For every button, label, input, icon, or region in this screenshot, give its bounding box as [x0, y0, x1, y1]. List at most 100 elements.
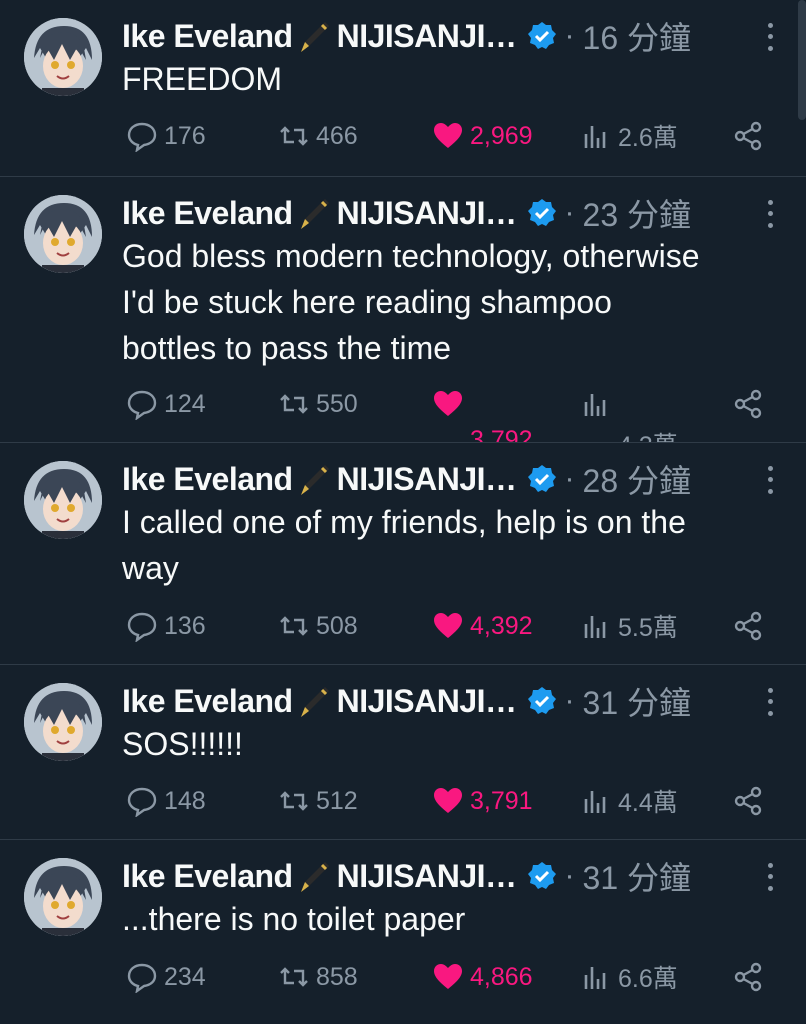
tweet-text: God bless modern technology, otherwise I… [122, 238, 700, 366]
retweet-button[interactable]: 858 [278, 957, 358, 997]
like-count: 4,392 [470, 611, 533, 640]
like-button[interactable]: 4,392 [432, 606, 533, 646]
like-count: 3,792 [470, 426, 533, 443]
views-button[interactable]: 4.4萬 [580, 781, 678, 821]
tweet[interactable]: Ike Eveland NIJISANJI… · 23 分鐘 God bless… [0, 177, 806, 443]
retweet-button[interactable]: 550 [278, 384, 358, 424]
action-bar: 176 466 2,969 2.6萬 [0, 116, 806, 156]
share-button[interactable] [732, 606, 764, 646]
timestamp[interactable]: 31 分鐘 [583, 853, 692, 899]
avatar[interactable] [24, 461, 102, 539]
tweet[interactable]: Ike Eveland NIJISANJI… · 31 分鐘 ...there … [0, 840, 806, 1024]
verified-badge-icon [527, 687, 556, 714]
share-button[interactable] [732, 957, 764, 997]
author-name[interactable]: Ike Eveland [122, 683, 293, 720]
views-button[interactable] [580, 384, 612, 424]
reply-count: 176 [164, 121, 206, 150]
author-name-suffix[interactable]: NIJISANJI… [337, 461, 517, 498]
separator-dot: · [564, 684, 575, 717]
verified-badge-icon [527, 862, 556, 889]
timestamp[interactable]: 16 分鐘 [583, 13, 692, 59]
reply-button[interactable]: 136 [126, 606, 206, 646]
retweet-button[interactable]: 512 [278, 781, 358, 821]
reply-button[interactable]: 148 [126, 781, 206, 821]
timestamp[interactable]: 23 分鐘 [583, 190, 692, 236]
timestamp[interactable]: 28 分鐘 [583, 456, 692, 502]
share-icon [734, 962, 762, 992]
retweet-button[interactable]: 508 [278, 606, 358, 646]
share-icon [734, 611, 762, 641]
action-bar: 234 858 4,866 6.6萬 [0, 957, 806, 997]
share-button[interactable] [732, 384, 764, 424]
heart-icon [434, 964, 462, 989]
retweet-count: 466 [316, 121, 358, 150]
reply-count: 234 [164, 962, 206, 991]
retweet-count: 512 [316, 786, 358, 815]
avatar[interactable] [24, 858, 102, 936]
heart-icon [434, 613, 462, 638]
retweet-count: 858 [316, 962, 358, 991]
reply-icon [127, 390, 157, 420]
retweet-count: 508 [316, 611, 358, 640]
like-count: 3,791 [470, 786, 533, 815]
author-name[interactable]: Ike Eveland [122, 461, 293, 498]
reply-button[interactable]: 124 [126, 384, 206, 424]
tweet[interactable]: Ike Eveland NIJISANJI… · 16 分鐘 FREEDOM 1… [0, 0, 806, 177]
author-name[interactable]: Ike Eveland [122, 858, 293, 895]
heart-icon [434, 391, 462, 416]
separator-dot: · [564, 462, 575, 495]
tweet[interactable]: Ike Eveland NIJISANJI… · 31 分鐘 SOS!!!!!!… [0, 665, 806, 840]
reply-count: 136 [164, 611, 206, 640]
share-button[interactable] [732, 781, 764, 821]
more-icon[interactable] [764, 197, 776, 231]
reply-icon [127, 612, 157, 642]
timestamp[interactable]: 31 分鐘 [583, 678, 692, 724]
retweet-icon [280, 967, 308, 987]
share-icon [734, 121, 762, 151]
avatar[interactable] [24, 18, 102, 96]
more-icon[interactable] [764, 860, 776, 894]
author-name-suffix[interactable]: NIJISANJI… [337, 18, 517, 55]
like-count: 4,866 [470, 962, 533, 991]
avatar[interactable] [24, 195, 102, 273]
tweet-header: Ike Eveland NIJISANJI… · 31 分鐘 [122, 854, 766, 898]
tweet[interactable]: Ike Eveland NIJISANJI… · 28 分鐘 I called … [0, 443, 806, 665]
share-button[interactable] [732, 116, 764, 156]
reply-icon [127, 963, 157, 993]
reply-button[interactable]: 176 [126, 116, 206, 156]
separator-dot: · [564, 859, 575, 892]
heart-icon [434, 788, 462, 813]
tweet-text: SOS!!!!!! [122, 726, 243, 762]
views-icon [584, 967, 606, 989]
separator-dot: · [564, 196, 575, 229]
like-button[interactable]: 3,791 [432, 781, 533, 821]
views-button[interactable]: 2.6萬 [580, 116, 678, 156]
tweet-header: Ike Eveland NIJISANJI… · 28 分鐘 [122, 457, 766, 501]
more-icon[interactable] [764, 685, 776, 719]
more-icon[interactable] [764, 20, 776, 54]
author-name[interactable]: Ike Eveland [122, 195, 293, 232]
like-count: 2,969 [470, 121, 533, 150]
avatar[interactable] [24, 683, 102, 761]
retweet-button[interactable]: 466 [278, 116, 358, 156]
tweet-text: FREEDOM [122, 61, 282, 97]
verified-badge-icon [527, 22, 556, 49]
verified-badge-icon [527, 465, 556, 492]
author-name-suffix[interactable]: NIJISANJI… [337, 195, 517, 232]
separator-dot: · [564, 19, 575, 52]
fountain-pen-icon [300, 465, 329, 495]
views-button[interactable]: 6.6萬 [580, 957, 678, 997]
views-count: 6.6萬 [618, 965, 678, 993]
verified-badge-icon [527, 199, 556, 226]
author-name-suffix[interactable]: NIJISANJI… [337, 683, 517, 720]
author-name[interactable]: Ike Eveland [122, 18, 293, 55]
like-button[interactable]: 2,969 [432, 116, 533, 156]
like-button[interactable]: 4,866 [432, 957, 533, 997]
like-button[interactable] [432, 384, 464, 424]
author-name-suffix[interactable]: NIJISANJI… [337, 858, 517, 895]
retweet-count: 550 [316, 389, 358, 418]
action-bar: 148 512 3,791 4.4萬 [0, 781, 806, 821]
more-icon[interactable] [764, 463, 776, 497]
reply-button[interactable]: 234 [126, 957, 206, 997]
views-button[interactable]: 5.5萬 [580, 606, 678, 646]
